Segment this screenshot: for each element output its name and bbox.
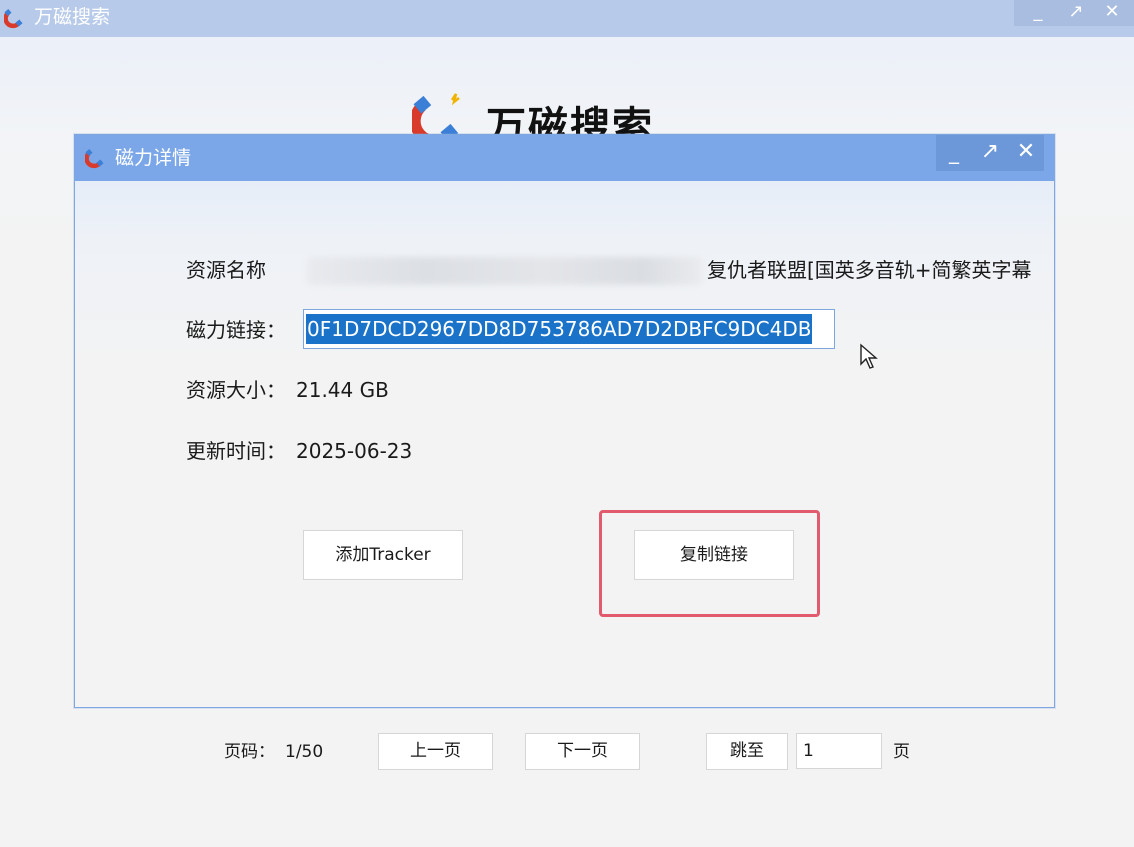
prev-page-button[interactable]: 上一页 (378, 733, 493, 770)
dialog-window-controls: _ ↗ ✕ (936, 135, 1044, 171)
page-unit-label: 页 (893, 742, 910, 762)
resource-name-value: 复仇者联盟[国英多音轨+简繁英字幕 (707, 258, 1032, 282)
update-time-label: 更新时间： (186, 439, 286, 463)
resource-size-value: 21.44 GB (296, 378, 389, 402)
magnet-icon (85, 148, 104, 169)
page-label: 页码： (224, 742, 275, 762)
close-icon[interactable]: ✕ (1094, 0, 1130, 26)
mouse-cursor-icon (860, 343, 878, 369)
page-value: 1/50 (285, 742, 324, 762)
next-page-button[interactable]: 下一页 (525, 733, 640, 770)
minimize-icon[interactable]: _ (1020, 0, 1056, 26)
resource-name-label: 资源名称 (186, 258, 266, 282)
app-title: 万磁搜索 (34, 6, 111, 28)
main-window: 万磁搜索 _ ↗ ✕ 万磁搜索 磁力详情 _ ↗ ✕ 资源名称 复仇者联盟[国英… (0, 0, 1134, 847)
app-window-controls: _ ↗ ✕ (1014, 0, 1134, 26)
add-tracker-button[interactable]: 添加Tracker (303, 530, 463, 580)
dialog-titlebar[interactable]: 磁力详情 _ ↗ ✕ (75, 135, 1054, 181)
blurred-name-prefix (307, 257, 702, 285)
minimize-icon[interactable]: _ (936, 135, 972, 171)
magnet-detail-dialog: 磁力详情 _ ↗ ✕ 资源名称 复仇者联盟[国英多音轨+简繁英字幕 磁力链接： … (74, 134, 1055, 708)
app-titlebar: 万磁搜索 _ ↗ ✕ (0, 0, 1134, 37)
maximize-icon[interactable]: ↗ (972, 135, 1008, 171)
close-icon[interactable]: ✕ (1008, 135, 1044, 171)
copy-link-highlight (599, 510, 820, 617)
page-number-input[interactable] (796, 733, 882, 769)
maximize-icon[interactable]: ↗ (1058, 0, 1094, 26)
magnet-link-field[interactable]: 0F1D7DCD2967DD8D753786AD7D2DBFC9DC4DB (303, 309, 835, 349)
update-time-value: 2025-06-23 (296, 439, 413, 463)
resource-size-label: 资源大小： (186, 378, 286, 402)
dialog-title: 磁力详情 (115, 147, 192, 169)
jump-button[interactable]: 跳至 (706, 733, 788, 770)
magnet-link-label: 磁力链接： (186, 318, 286, 342)
magnet-icon (4, 8, 23, 29)
magnet-link-selected-text: 0F1D7DCD2967DD8D753786AD7D2DBFC9DC4DB (306, 314, 813, 344)
